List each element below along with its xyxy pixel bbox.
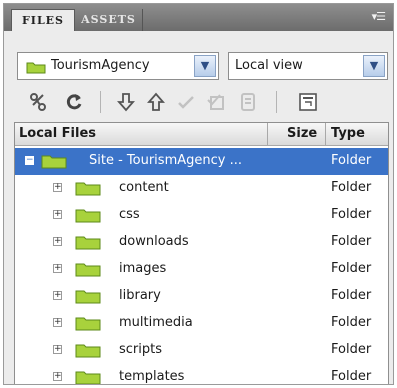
expand-icon[interactable]: + [53,372,62,381]
folder-icon [75,371,101,384]
panel-options-icon[interactable]: ▾☰ [372,10,386,23]
synchronize-icon[interactable] [236,90,260,114]
tab-files[interactable]: FILES [11,9,75,31]
folder-icon [75,182,101,196]
expand-view-icon[interactable] [296,90,320,114]
site-folder-icon [26,62,46,74]
site-dropdown-value: TourismAgency [51,58,150,73]
column-local-files[interactable]: Local Files [19,126,96,141]
check-in-icon[interactable] [204,90,228,114]
folder-type: Folder [331,261,372,276]
folder-name: multimedia [119,315,193,330]
folder-icon [75,209,101,223]
expand-icon[interactable]: + [53,264,62,273]
column-divider[interactable] [325,123,326,145]
list-item[interactable]: + library Folder [15,283,388,310]
expand-icon[interactable]: + [53,291,62,300]
check-out-icon[interactable] [174,90,198,114]
folder-name: content [119,180,169,195]
site-root-type: Folder [331,153,372,168]
list-item[interactable]: + templates Folder [15,364,388,384]
list-item[interactable]: + scripts Folder [15,337,388,364]
expand-icon[interactable]: + [53,318,62,327]
folder-type: Folder [331,207,372,222]
files-panel: FILES ASSETS ▾☰ TourismAgency ▼ Local vi… [3,3,394,385]
folder-type: Folder [331,180,372,195]
expand-icon[interactable]: + [53,183,62,192]
toolbar-separator [276,91,277,113]
site-dropdown[interactable]: TourismAgency ▼ [17,52,219,80]
folder-icon [75,236,101,250]
folder-icon [75,344,101,358]
toolbar-separator [100,91,101,113]
folder-name: scripts [119,342,162,357]
list-item[interactable]: + images Folder [15,256,388,283]
folder-name: library [119,288,161,303]
folder-name: css [119,207,140,222]
put-files-icon[interactable] [144,90,168,114]
folder-type: Folder [331,369,372,384]
get-files-icon[interactable] [114,90,138,114]
folder-name: images [119,261,167,276]
folder-icon [41,155,67,169]
folder-icon [75,290,101,304]
site-root-row[interactable]: − Site - TourismAgency ... Folder [15,148,388,175]
folder-icon [75,263,101,277]
expand-icon[interactable]: + [53,210,62,219]
list-item[interactable]: + content Folder [15,175,388,202]
column-size[interactable]: Size [287,126,317,141]
collapse-icon[interactable]: − [25,156,34,165]
file-list[interactable]: Local Files Size Type − Site - TourismAg… [14,122,389,384]
files-toolbar [4,84,393,120]
chevron-down-icon[interactable]: ▼ [194,55,216,77]
folder-type: Folder [331,288,372,303]
folder-type: Folder [331,315,372,330]
list-item[interactable]: + multimedia Folder [15,310,388,337]
view-dropdown-value: Local view [235,58,303,73]
expand-icon[interactable]: + [53,345,62,354]
column-type[interactable]: Type [331,126,365,141]
file-list-header: Local Files Size Type [15,123,388,146]
list-item[interactable]: + css Folder [15,202,388,229]
connect-icon[interactable] [26,90,50,114]
folder-type: Folder [331,342,372,357]
chevron-down-icon[interactable]: ▼ [363,55,385,77]
refresh-icon[interactable] [62,90,86,114]
folder-icon [75,317,101,331]
list-item[interactable]: + downloads Folder [15,229,388,256]
panel-tab-strip: FILES ASSETS ▾☰ [4,4,393,31]
tab-assets[interactable]: ASSETS [75,9,143,31]
site-root-name: Site - TourismAgency ... [89,153,242,168]
folder-type: Folder [331,234,372,249]
folder-name: templates [119,369,185,384]
view-dropdown[interactable]: Local view ▼ [228,52,388,80]
expand-icon[interactable]: + [53,237,62,246]
column-divider[interactable] [267,123,268,145]
folder-name: downloads [119,234,189,249]
